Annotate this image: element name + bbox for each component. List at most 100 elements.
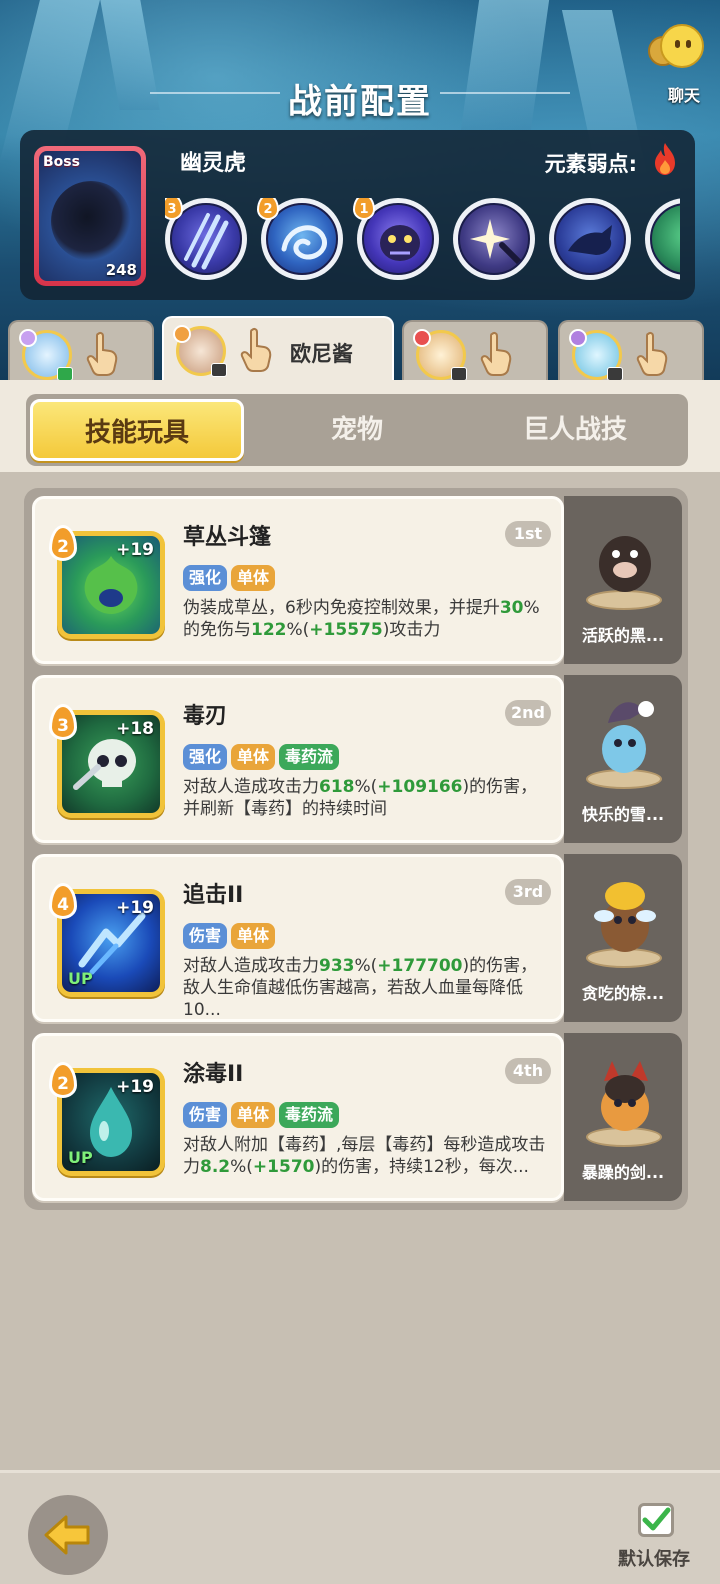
tap-hand-icon xyxy=(86,331,118,376)
hero-tab-name: 欧尼酱 xyxy=(290,342,353,366)
boss-name: 幽灵虎 xyxy=(180,151,247,176)
boar-pet-icon xyxy=(599,536,651,592)
boss-skill-6[interactable] xyxy=(645,198,680,280)
bee-bear-pet-icon xyxy=(594,882,656,952)
ghost-tiger-face-icon xyxy=(380,225,420,261)
element-weakness-label: 元素弱点: xyxy=(544,152,637,176)
skill-up-badge: UP xyxy=(68,969,93,988)
boss-skill-level: 1 xyxy=(353,198,375,220)
boss-portrait[interactable]: Boss 248 xyxy=(34,146,146,286)
skill-tag: 毒药流 xyxy=(279,1102,340,1128)
hero-badge-icon xyxy=(607,367,623,381)
hero-badge-icon xyxy=(451,367,467,381)
skill-tag: 单体 xyxy=(231,744,276,770)
desc-highlight: +1570 xyxy=(252,1157,315,1177)
skill-tags: 强化 单体 xyxy=(183,565,279,591)
desc-highlight: 122 xyxy=(251,620,287,640)
skill-rank-badge: 2nd xyxy=(505,700,551,726)
boss-skill-5[interactable] xyxy=(549,198,631,280)
desc-text: %( xyxy=(354,956,378,976)
tap-hand-icon xyxy=(636,331,668,376)
skill-description: 对敌人造成攻击力618%(+109166)的伤害，并刷新【毒药】的持续时间 xyxy=(183,776,553,820)
tab-pets[interactable]: 宠物 xyxy=(254,399,460,461)
hero-badge-icon xyxy=(57,367,73,381)
desc-highlight: 8.2 xyxy=(200,1157,231,1177)
fire-icon xyxy=(655,143,675,175)
pet-slot[interactable]: 暴躁的剑... xyxy=(564,1033,682,1201)
boss-tag: Boss xyxy=(43,154,80,170)
list-item: +18 3 毒刃 2nd 强化 单体 毒药流 对敌人造成攻击力618%(+10916… xyxy=(32,675,682,843)
hero-tab-2[interactable]: 欧尼酱 xyxy=(162,316,394,382)
skill-tag: 伤害 xyxy=(183,923,228,949)
boss-skill-2[interactable]: 2 xyxy=(257,198,343,280)
boss-skill-4[interactable] xyxy=(453,198,535,280)
list-item: +19 UP 4 追击II 3rd 伤害 单体 对敌人造成攻击力933%(+177… xyxy=(32,854,682,1022)
default-save-checkbox[interactable] xyxy=(638,1503,674,1537)
boss-skill-1[interactable]: 3 xyxy=(165,198,247,280)
skill-card[interactable]: +19 UP 4 追击II 3rd 伤害 单体 对敌人造成攻击力933%(+177… xyxy=(32,854,564,1022)
chat-button[interactable]: 聊天 xyxy=(648,18,710,105)
hero-badge-icon xyxy=(211,363,227,377)
category-tab-section: 技能玩具 宠物 巨人战技 xyxy=(0,380,720,472)
skill-plus-level: +19 xyxy=(116,898,154,918)
back-button[interactable] xyxy=(28,1495,108,1575)
hero-tab-3[interactable] xyxy=(402,320,548,382)
pet-slot[interactable]: 快乐的雪... xyxy=(564,675,682,843)
desc-highlight: +177700 xyxy=(377,956,463,976)
desc-highlight: 30 xyxy=(499,598,524,618)
skill-card[interactable]: +19 2 草丛斗篷 1st 强化 单体 伪装成草丛，6秒内免疫控制效果，并提升3… xyxy=(32,496,564,664)
tab-skill-toys[interactable]: 技能玩具 xyxy=(30,399,244,461)
skill-tag: 伤害 xyxy=(183,1102,228,1128)
skill-card[interactable]: +18 3 毒刃 2nd 强化 单体 毒药流 对敌人造成攻击力618%(+10916… xyxy=(32,675,564,843)
skill-description: 对敌人造成攻击力933%(+177700)的伤害，敌人生命值越低伤害越高，若敌人… xyxy=(183,955,553,1021)
skill-description: 伪装成草丛，6秒内免疫控制效果，并提升30%的免伤与122%(+15575)攻击… xyxy=(183,597,553,641)
skill-rank-badge: 3rd xyxy=(505,879,551,905)
boss-skill-3[interactable]: 1 xyxy=(353,198,439,280)
hero-tab-1[interactable] xyxy=(8,320,154,382)
back-arrow-icon xyxy=(44,1515,90,1555)
desc-highlight: 618 xyxy=(319,777,355,797)
smiley-chat-icon xyxy=(660,24,704,68)
claw-slash-icon xyxy=(184,213,229,270)
skill-card[interactable]: +19 UP 2 涂毒II 4th 伤害 单体 毒药流 对敌人附加【毒药】,每层【毒… xyxy=(32,1033,564,1201)
skill-up-badge: UP xyxy=(68,1148,93,1167)
hero-avatar xyxy=(173,325,227,377)
pet-slot[interactable]: 贪吃的棕... xyxy=(564,854,682,1022)
skill-name: 涂毒II xyxy=(183,1062,244,1087)
desc-text: %( xyxy=(354,777,378,797)
desc-text: %( xyxy=(230,1157,253,1177)
tab-giant-skills[interactable]: 巨人战技 xyxy=(470,399,680,461)
skill-tag: 强化 xyxy=(183,565,228,591)
skill-rank-badge: 4th xyxy=(505,1058,551,1084)
skill-plus-level: +19 xyxy=(116,540,154,560)
tap-hand-icon xyxy=(240,327,272,372)
boss-level: 248 xyxy=(105,261,137,279)
pet-slot[interactable]: 活跃的黑... xyxy=(564,496,682,664)
list-item: +19 2 草丛斗篷 1st 强化 单体 伪装成草丛，6秒内免疫控制效果，并提升3… xyxy=(32,496,682,664)
desc-highlight: +109166 xyxy=(377,777,463,797)
skill-tags: 伤害 单体 毒药流 xyxy=(183,1102,343,1128)
page-title: 战前配置 xyxy=(288,82,432,122)
snow-creature-pet-icon xyxy=(602,701,654,773)
hero-avatar xyxy=(413,329,467,381)
list-item: +19 UP 2 涂毒II 4th 伤害 单体 毒药流 对敌人附加【毒药】,每层【毒… xyxy=(32,1033,682,1201)
skill-name: 追击II xyxy=(183,883,244,908)
desc-highlight: 933 xyxy=(319,956,355,976)
hero-tab-4[interactable] xyxy=(558,320,704,382)
desc-text: )的伤害，持续12秒，每次... xyxy=(314,1157,529,1177)
desc-text: 对敌人造成攻击力 xyxy=(183,956,319,976)
skill-tag: 单体 xyxy=(231,565,276,591)
bottom-bar: 默认保存 xyxy=(0,1470,720,1584)
skill-name: 草丛斗篷 xyxy=(183,525,272,550)
pet-name: 快乐的雪... xyxy=(581,805,665,824)
category-tab-bar: 技能玩具 宠物 巨人战技 xyxy=(26,394,688,466)
skill-plus-level: +19 xyxy=(116,1077,154,1097)
spirit-swirl-icon xyxy=(281,225,327,260)
element-pin-icon xyxy=(19,329,37,347)
skill-tags: 强化 单体 毒药流 xyxy=(183,744,343,770)
hero-tab-bar: 欧尼酱 xyxy=(0,316,720,382)
element-pin-icon xyxy=(413,329,431,347)
desc-text: 对敌人造成攻击力 xyxy=(183,777,319,797)
desc-text: %( xyxy=(286,620,310,640)
tap-hand-icon xyxy=(480,331,512,376)
